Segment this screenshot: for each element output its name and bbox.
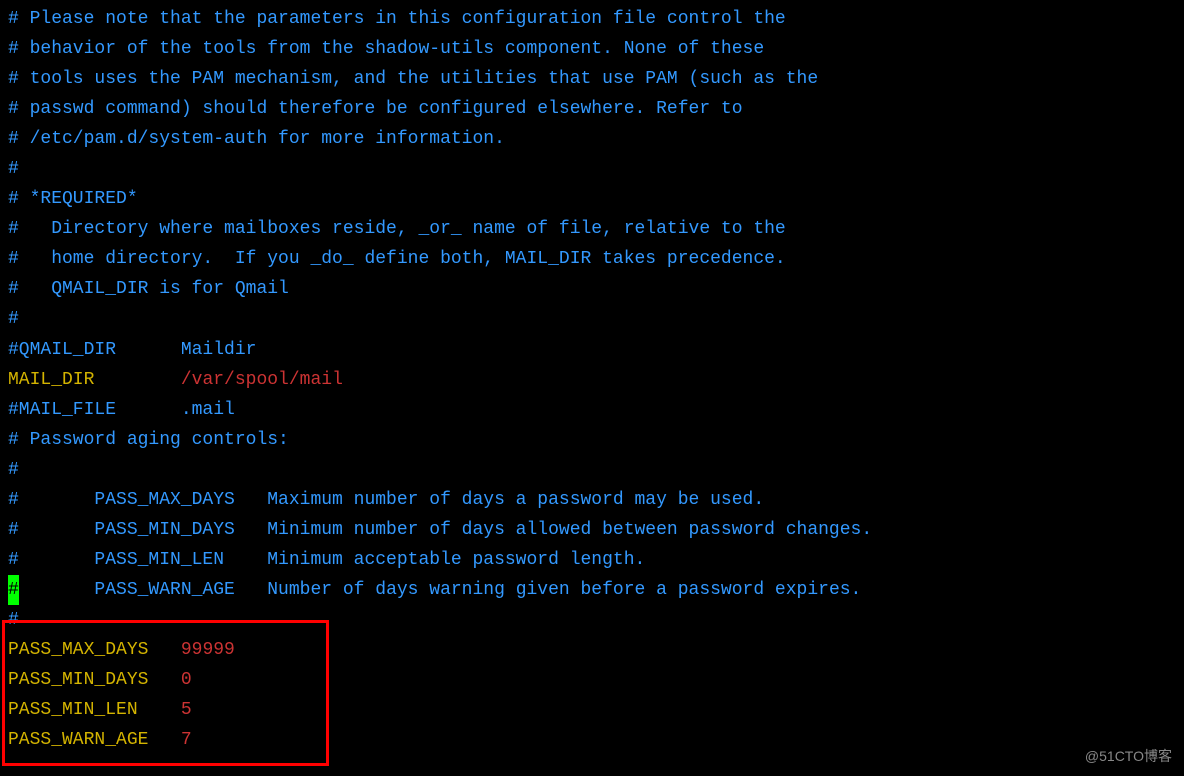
config-comment-line: # tools uses the PAM mechanism, and the … — [8, 64, 1176, 94]
padding — [148, 730, 180, 750]
watermark-text: @51CTO博客 — [1085, 745, 1172, 768]
config-comment-line: # passwd command) should therefore be co… — [8, 94, 1176, 124]
padding — [94, 370, 180, 390]
password-aging-header: # Password aging controls: — [8, 425, 1176, 455]
pass-max-days-comment: # PASS_MAX_DAYS Maximum number of days a… — [8, 485, 1176, 515]
config-comment-line: # QMAIL_DIR is for Qmail — [8, 274, 1176, 304]
mail-dir-key: MAIL_DIR — [8, 370, 94, 390]
padding — [148, 640, 180, 660]
config-comment-line: # /etc/pam.d/system-auth for more inform… — [8, 124, 1176, 154]
padding — [138, 700, 181, 720]
pass-warn-age-comment: # PASS_WARN_AGE Number of days warning g… — [8, 575, 1176, 605]
pass-min-len-value: 5 — [181, 700, 192, 720]
pass-min-days-value: 0 — [181, 670, 192, 690]
qmail-dir-line: #QMAIL_DIR Maildir — [8, 335, 1176, 365]
pass-max-days-value: 99999 — [181, 640, 235, 660]
pass-min-days-key: PASS_MIN_DAYS — [8, 670, 148, 690]
config-comment-line: # home directory. If you _do_ define bot… — [8, 244, 1176, 274]
pass-min-len-comment: # PASS_MIN_LEN Minimum acceptable passwo… — [8, 545, 1176, 575]
comment-rest: PASS_WARN_AGE Number of days warning giv… — [19, 580, 862, 600]
padding — [148, 670, 180, 690]
config-comment-line: # Please note that the parameters in thi… — [8, 4, 1176, 34]
pass-min-days-comment: # PASS_MIN_DAYS Minimum number of days a… — [8, 515, 1176, 545]
mail-dir-value: /var/spool/mail — [181, 370, 343, 390]
mail-dir-line: MAIL_DIR /var/spool/mail — [8, 365, 1176, 395]
pass-min-len-key: PASS_MIN_LEN — [8, 700, 138, 720]
config-comment-line: # — [8, 455, 1176, 485]
config-comment-line: # Directory where mailboxes reside, _or_… — [8, 214, 1176, 244]
pass-min-days-setting: PASS_MIN_DAYS 0 — [8, 665, 1176, 695]
pass-max-days-key: PASS_MAX_DAYS — [8, 640, 148, 660]
terminal-cursor[interactable]: # — [8, 575, 19, 605]
pass-warn-age-key: PASS_WARN_AGE — [8, 730, 148, 750]
mail-file-line: #MAIL_FILE .mail — [8, 395, 1176, 425]
config-comment-line: # — [8, 605, 1176, 635]
pass-warn-age-value: 7 — [181, 730, 192, 750]
config-comment-line: # behavior of the tools from the shadow-… — [8, 34, 1176, 64]
pass-min-len-setting: PASS_MIN_LEN 5 — [8, 695, 1176, 725]
required-header: # *REQUIRED* — [8, 184, 1176, 214]
pass-warn-age-setting: PASS_WARN_AGE 7 — [8, 725, 1176, 755]
config-comment-line: # — [8, 304, 1176, 334]
pass-max-days-setting: PASS_MAX_DAYS 99999 — [8, 635, 1176, 665]
config-comment-line: # — [8, 154, 1176, 184]
